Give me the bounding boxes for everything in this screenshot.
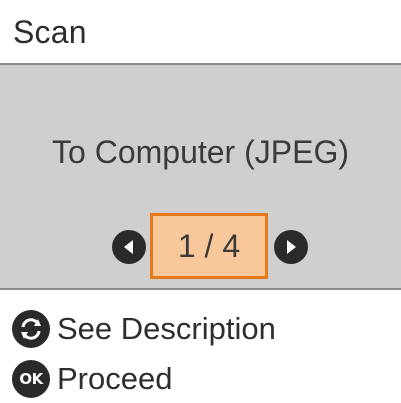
printer-lcd-screen: Scan To Computer (JPEG) 1 / 4 See Descri… [0,0,401,403]
proceed-hint[interactable]: OK Proceed [12,358,172,400]
see-description-hint[interactable]: See Description [12,308,276,350]
right-arrow-glyph [287,240,296,254]
ok-button-icon: OK [12,360,50,398]
page-indicator: 1 / 4 [150,213,268,279]
rotate-arrows-icon [12,310,50,348]
main-panel: To Computer (JPEG) 1 / 4 [0,65,401,290]
left-arrow-glyph [124,240,133,254]
screen-title: Scan [13,14,87,50]
header-bar: Scan [0,0,401,65]
scan-mode-label: To Computer (JPEG) [52,134,349,170]
next-arrow-icon[interactable] [274,230,308,264]
see-description-label: See Description [57,311,276,346]
proceed-label: Proceed [57,361,173,396]
ok-icon-text: OK [19,370,43,388]
footer-hints: See Description OK Proceed [0,290,401,403]
previous-arrow-icon[interactable] [112,230,146,264]
